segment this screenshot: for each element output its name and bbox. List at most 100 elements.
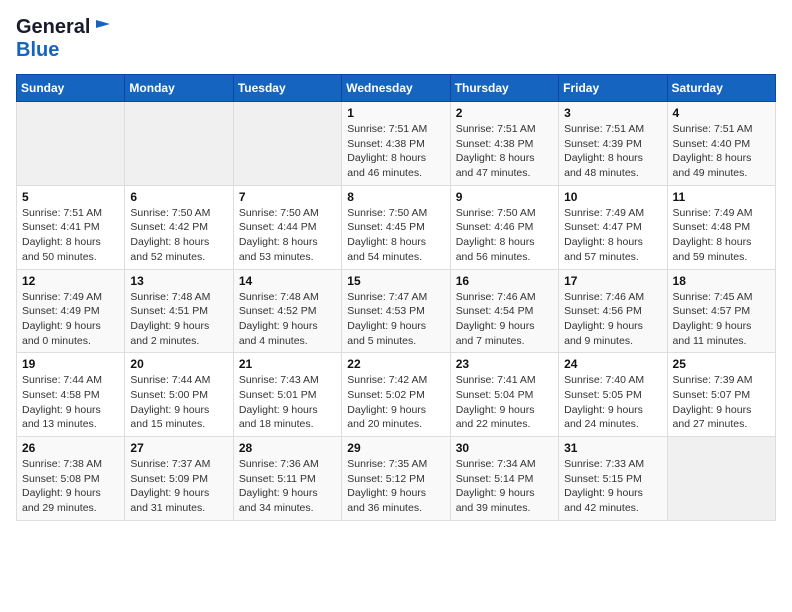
- calendar-cell: [17, 102, 125, 186]
- day-number: 29: [347, 441, 444, 455]
- day-number: 31: [564, 441, 661, 455]
- day-number: 10: [564, 190, 661, 204]
- week-row-5: 26 Sunrise: 7:38 AM Sunset: 5:08 PM Dayli…: [17, 437, 776, 521]
- day-number: 3: [564, 106, 661, 120]
- day-number: 19: [22, 357, 119, 371]
- calendar-cell: 26 Sunrise: 7:38 AM Sunset: 5:08 PM Dayli…: [17, 437, 125, 521]
- logo-blue-text: Blue: [16, 39, 59, 61]
- day-info: Sunrise: 7:45 AM Sunset: 4:57 PM Dayligh…: [673, 290, 770, 349]
- calendar-cell: 11 Sunrise: 7:49 AM Sunset: 4:48 PM Dayli…: [667, 185, 775, 269]
- calendar-cell: 6Sunrise: 7:50 AM Sunset: 4:42 PM Daylig…: [125, 185, 233, 269]
- calendar-cell: 9 Sunrise: 7:50 AM Sunset: 4:46 PM Daylig…: [450, 185, 558, 269]
- calendar-cell: 17 Sunrise: 7:46 AM Sunset: 4:56 PM Dayli…: [559, 269, 667, 353]
- day-info: Sunrise: 7:46 AM Sunset: 4:54 PM Dayligh…: [456, 290, 553, 349]
- calendar-cell: 16 Sunrise: 7:46 AM Sunset: 4:54 PM Dayli…: [450, 269, 558, 353]
- day-number: 21: [239, 357, 336, 371]
- calendar-cell: 10 Sunrise: 7:49 AM Sunset: 4:47 PM Dayli…: [559, 185, 667, 269]
- calendar-cell: 19 Sunrise: 7:44 AM Sunset: 4:58 PM Dayli…: [17, 353, 125, 437]
- calendar-table: SundayMondayTuesdayWednesdayThursdayFrid…: [16, 74, 776, 521]
- day-info: Sunrise: 7:40 AM Sunset: 5:05 PM Dayligh…: [564, 373, 661, 432]
- day-number: 14: [239, 274, 336, 288]
- calendar-body: 1 Sunrise: 7:51 AM Sunset: 4:38 PM Daylig…: [17, 102, 776, 521]
- day-number: 27: [130, 441, 227, 455]
- week-row-3: 12 Sunrise: 7:49 AM Sunset: 4:49 PM Dayli…: [17, 269, 776, 353]
- day-number: 12: [22, 274, 119, 288]
- calendar-cell: 7 Sunrise: 7:50 AM Sunset: 4:44 PM Daylig…: [233, 185, 341, 269]
- calendar-cell: 2Sunrise: 7:51 AM Sunset: 4:38 PM Daylig…: [450, 102, 558, 186]
- calendar-cell: 25 Sunrise: 7:39 AM Sunset: 5:07 PM Dayli…: [667, 353, 775, 437]
- day-header-tuesday: Tuesday: [233, 75, 341, 102]
- day-number: 13: [130, 274, 227, 288]
- day-number: 16: [456, 274, 553, 288]
- day-info: Sunrise: 7:51 AM Sunset: 4:41 PM Dayligh…: [22, 206, 119, 265]
- day-info: Sunrise: 7:36 AM Sunset: 5:11 PM Dayligh…: [239, 457, 336, 516]
- calendar-cell: [667, 437, 775, 521]
- day-header-friday: Friday: [559, 75, 667, 102]
- day-info: Sunrise: 7:44 AM Sunset: 4:58 PM Dayligh…: [22, 373, 119, 432]
- day-number: 26: [22, 441, 119, 455]
- day-info: Sunrise: 7:34 AM Sunset: 5:14 PM Dayligh…: [456, 457, 553, 516]
- day-info: Sunrise: 7:33 AM Sunset: 5:15 PM Dayligh…: [564, 457, 661, 516]
- calendar-cell: 18 Sunrise: 7:45 AM Sunset: 4:57 PM Dayli…: [667, 269, 775, 353]
- day-info: Sunrise: 7:38 AM Sunset: 5:08 PM Dayligh…: [22, 457, 119, 516]
- week-row-1: 1 Sunrise: 7:51 AM Sunset: 4:38 PM Daylig…: [17, 102, 776, 186]
- day-info: Sunrise: 7:44 AM Sunset: 5:00 PM Dayligh…: [130, 373, 227, 432]
- day-number: 17: [564, 274, 661, 288]
- day-info: Sunrise: 7:50 AM Sunset: 4:42 PM Dayligh…: [130, 206, 227, 265]
- calendar-cell: 22Sunrise: 7:42 AM Sunset: 5:02 PM Dayli…: [342, 353, 450, 437]
- day-number: 28: [239, 441, 336, 455]
- day-info: Sunrise: 7:50 AM Sunset: 4:46 PM Dayligh…: [456, 206, 553, 265]
- calendar-header: SundayMondayTuesdayWednesdayThursdayFrid…: [17, 75, 776, 102]
- day-number: 23: [456, 357, 553, 371]
- day-info: Sunrise: 7:35 AM Sunset: 5:12 PM Dayligh…: [347, 457, 444, 516]
- day-number: 30: [456, 441, 553, 455]
- calendar-cell: 4Sunrise: 7:51 AM Sunset: 4:40 PM Daylig…: [667, 102, 775, 186]
- day-number: 20: [130, 357, 227, 371]
- day-info: Sunrise: 7:49 AM Sunset: 4:47 PM Dayligh…: [564, 206, 661, 265]
- day-info: Sunrise: 7:50 AM Sunset: 4:45 PM Dayligh…: [347, 206, 444, 265]
- logo-general-text: General: [16, 16, 90, 39]
- calendar-cell: 13 Sunrise: 7:48 AM Sunset: 4:51 PM Dayli…: [125, 269, 233, 353]
- day-info: Sunrise: 7:51 AM Sunset: 4:39 PM Dayligh…: [564, 122, 661, 181]
- calendar-cell: [233, 102, 341, 186]
- day-header-saturday: Saturday: [667, 75, 775, 102]
- week-row-2: 5 Sunrise: 7:51 AM Sunset: 4:41 PM Daylig…: [17, 185, 776, 269]
- calendar-cell: 15Sunrise: 7:47 AM Sunset: 4:53 PM Dayli…: [342, 269, 450, 353]
- calendar-cell: 5 Sunrise: 7:51 AM Sunset: 4:41 PM Daylig…: [17, 185, 125, 269]
- day-info: Sunrise: 7:48 AM Sunset: 4:51 PM Dayligh…: [130, 290, 227, 349]
- week-row-4: 19 Sunrise: 7:44 AM Sunset: 4:58 PM Dayli…: [17, 353, 776, 437]
- day-info: Sunrise: 7:49 AM Sunset: 4:48 PM Dayligh…: [673, 206, 770, 265]
- day-info: Sunrise: 7:50 AM Sunset: 4:44 PM Dayligh…: [239, 206, 336, 265]
- day-number: 1: [347, 106, 444, 120]
- logo-flag-icon: [92, 18, 110, 36]
- calendar-cell: 23Sunrise: 7:41 AM Sunset: 5:04 PM Dayli…: [450, 353, 558, 437]
- day-info: Sunrise: 7:46 AM Sunset: 4:56 PM Dayligh…: [564, 290, 661, 349]
- calendar-cell: 3 Sunrise: 7:51 AM Sunset: 4:39 PM Daylig…: [559, 102, 667, 186]
- day-number: 18: [673, 274, 770, 288]
- day-number: 11: [673, 190, 770, 204]
- day-number: 9: [456, 190, 553, 204]
- day-number: 7: [239, 190, 336, 204]
- page-header: General Blue: [16, 16, 776, 62]
- day-info: Sunrise: 7:43 AM Sunset: 5:01 PM Dayligh…: [239, 373, 336, 432]
- day-number: 5: [22, 190, 119, 204]
- calendar-cell: 1 Sunrise: 7:51 AM Sunset: 4:38 PM Daylig…: [342, 102, 450, 186]
- day-info: Sunrise: 7:51 AM Sunset: 4:38 PM Dayligh…: [456, 122, 553, 181]
- header-row: SundayMondayTuesdayWednesdayThursdayFrid…: [17, 75, 776, 102]
- calendar-cell: 24 Sunrise: 7:40 AM Sunset: 5:05 PM Dayli…: [559, 353, 667, 437]
- day-number: 24: [564, 357, 661, 371]
- day-info: Sunrise: 7:39 AM Sunset: 5:07 PM Dayligh…: [673, 373, 770, 432]
- day-header-wednesday: Wednesday: [342, 75, 450, 102]
- calendar-cell: 8Sunrise: 7:50 AM Sunset: 4:45 PM Daylig…: [342, 185, 450, 269]
- calendar-cell: 29 Sunrise: 7:35 AM Sunset: 5:12 PM Dayli…: [342, 437, 450, 521]
- day-info: Sunrise: 7:51 AM Sunset: 4:38 PM Dayligh…: [347, 122, 444, 181]
- day-info: Sunrise: 7:49 AM Sunset: 4:49 PM Dayligh…: [22, 290, 119, 349]
- day-number: 4: [673, 106, 770, 120]
- calendar-cell: 31 Sunrise: 7:33 AM Sunset: 5:15 PM Dayli…: [559, 437, 667, 521]
- calendar-cell: 20 Sunrise: 7:44 AM Sunset: 5:00 PM Dayli…: [125, 353, 233, 437]
- calendar-cell: 21 Sunrise: 7:43 AM Sunset: 5:01 PM Dayli…: [233, 353, 341, 437]
- calendar-cell: 14Sunrise: 7:48 AM Sunset: 4:52 PM Dayli…: [233, 269, 341, 353]
- logo: General Blue: [16, 16, 110, 62]
- day-number: 25: [673, 357, 770, 371]
- day-info: Sunrise: 7:47 AM Sunset: 4:53 PM Dayligh…: [347, 290, 444, 349]
